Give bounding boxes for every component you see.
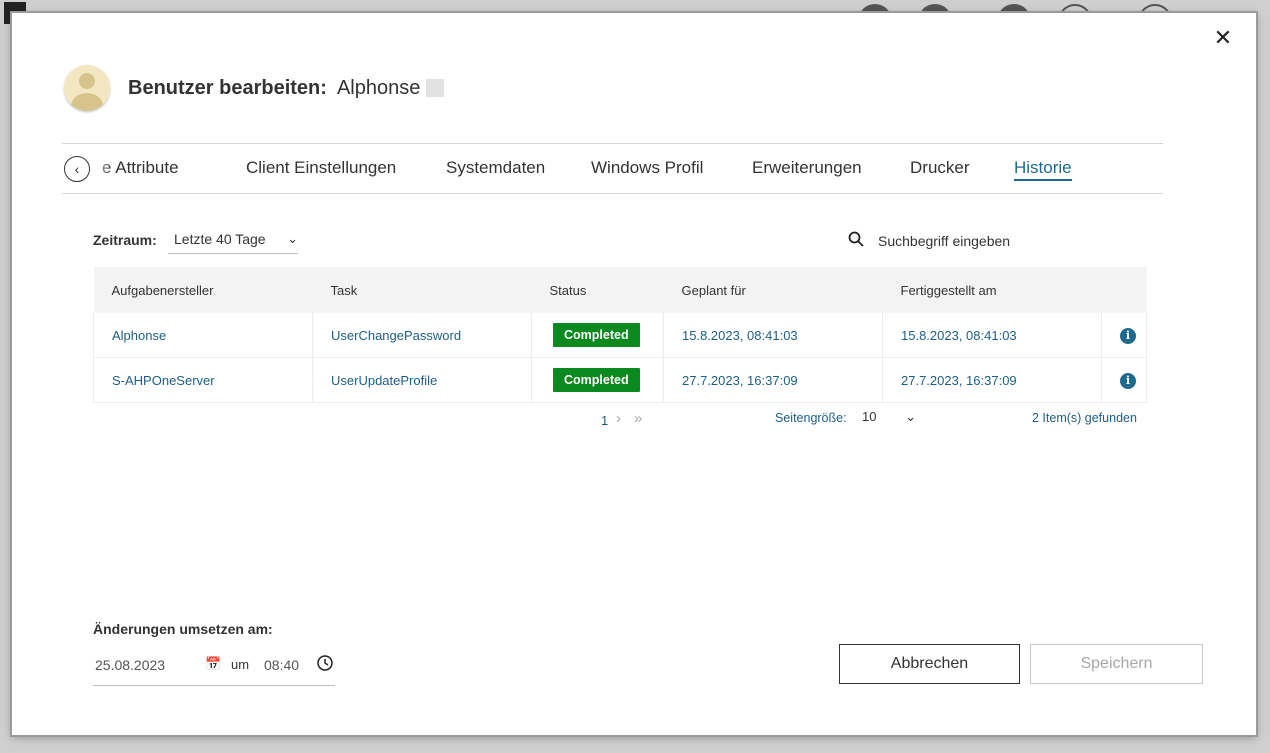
tab-attribute[interactable]: e Attribute <box>102 158 179 178</box>
tab-client-einstellungen[interactable]: Client Einstellungen <box>246 158 396 178</box>
edit-user-dialog: ✕ Benutzer bearbeiten: Alphonse ‹ e Attr… <box>12 13 1256 735</box>
time-input[interactable]: 08:40 <box>264 657 299 673</box>
page-size-value: 10 <box>862 409 877 424</box>
info-icon[interactable]: i <box>1120 372 1136 389</box>
history-table: Aufgabenersteller Task Status Geplant fü… <box>93 267 1147 403</box>
tab-systemdaten[interactable]: Systemdaten <box>446 158 545 178</box>
chevron-down-icon: ⌄ <box>905 409 916 424</box>
table-header-row: Aufgabenersteller Task Status Geplant fü… <box>93 267 1147 313</box>
cancel-button[interactable]: Abbrechen <box>839 644 1020 684</box>
cell-completed: 27.7.2023, 16:37:09 <box>882 357 1102 403</box>
cell-planned: 27.7.2023, 16:37:09 <box>663 357 883 403</box>
timerange-value: Letzte 40 Tage <box>174 231 266 247</box>
chevron-right-icon[interactable]: › <box>616 410 621 427</box>
cell-status: Completed <box>531 313 664 358</box>
user-name: Alphonse <box>336 76 421 99</box>
tab-erweiterungen[interactable]: Erweiterungen <box>752 158 862 178</box>
info-icon[interactable]: i <box>1120 327 1136 344</box>
apply-date-label: Änderungen umsetzen am: <box>93 621 273 637</box>
table-row[interactable]: S-AHPOneServer UserUpdateProfile Complet… <box>93 357 1147 403</box>
tab-bar: ‹ e Attribute Client Einstellungen Syste… <box>62 143 1163 194</box>
items-found: 2 Item(s) gefunden <box>1032 411 1137 425</box>
cell-completed: 15.8.2023, 08:41:03 <box>882 313 1102 358</box>
um-label: um <box>231 657 250 672</box>
page-size-select[interactable]: 10 ⌄ <box>862 405 916 429</box>
cell-status: Completed <box>531 357 664 403</box>
column-header[interactable]: Geplant für <box>663 267 883 313</box>
cell-planned: 15.8.2023, 08:41:03 <box>663 313 883 358</box>
timerange-label: Zeitraum: <box>93 232 157 248</box>
column-header[interactable]: Aufgabenersteller <box>93 267 313 313</box>
calendar-icon[interactable]: 📅 <box>205 656 221 672</box>
date-input[interactable]: 25.08.2023 <box>95 657 165 673</box>
apply-datetime-field[interactable]: 25.08.2023 📅 um 08:40 <box>93 653 335 686</box>
close-icon[interactable]: ✕ <box>1212 27 1234 49</box>
cell-info: i <box>1101 313 1147 358</box>
chevron-down-icon: ⌄ <box>287 231 298 246</box>
pager-current-page[interactable]: 1 <box>601 413 608 428</box>
search-input[interactable] <box>876 229 1080 253</box>
column-header[interactable]: Fertiggestellt am <box>882 267 1102 313</box>
cell-task: UserUpdateProfile <box>312 357 532 403</box>
status-badge: Completed <box>553 323 640 347</box>
column-header[interactable]: Task <box>312 267 532 313</box>
tab-historie[interactable]: Historie <box>1014 158 1072 181</box>
page-title: Benutzer bearbeiten: <box>128 76 327 99</box>
tab-windows-profil[interactable]: Windows Profil <box>591 158 703 178</box>
cell-creator: S-AHPOneServer <box>93 357 313 403</box>
table-row[interactable]: Alphonse UserChangePassword Completed 15… <box>93 313 1147 358</box>
column-header[interactable]: Status <box>531 267 664 313</box>
double-chevron-right-icon[interactable]: » <box>634 410 642 427</box>
save-button[interactable]: Speichern <box>1030 644 1203 684</box>
redacted-name <box>426 79 445 97</box>
cell-info: i <box>1101 357 1147 403</box>
column-header-info <box>1101 267 1147 313</box>
cell-task: UserChangePassword <box>312 313 532 358</box>
search-icon <box>848 231 864 247</box>
status-badge: Completed <box>553 368 640 392</box>
timerange-select[interactable]: Letzte 40 Tage ⌄ <box>168 224 298 254</box>
page-size-label: Seitengröße: <box>775 411 847 425</box>
tab-scroll-left-icon[interactable]: ‹ <box>64 156 90 182</box>
tab-drucker[interactable]: Drucker <box>910 158 970 178</box>
dialog-header: Benutzer bearbeiten: Alphonse <box>64 63 445 113</box>
clock-icon[interactable] <box>317 655 333 671</box>
avatar <box>64 65 110 111</box>
cell-creator: Alphonse <box>93 313 313 358</box>
tab-fade <box>90 144 112 191</box>
